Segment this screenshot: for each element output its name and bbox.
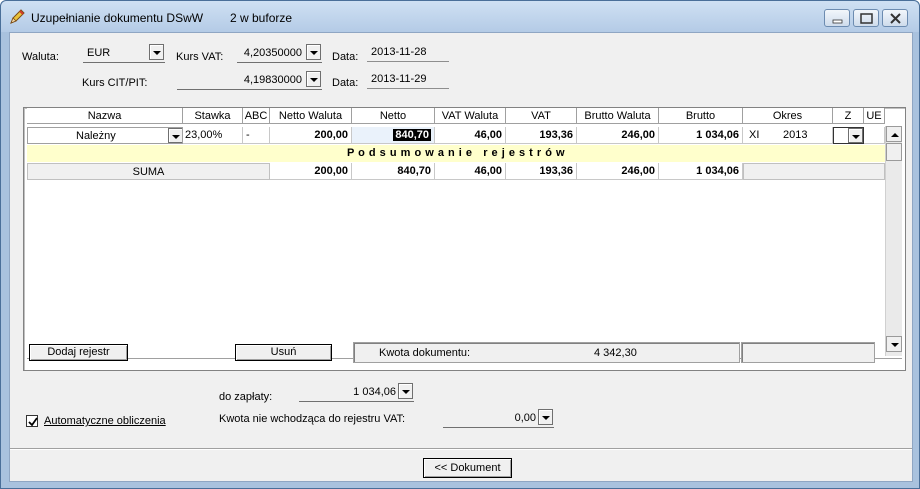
kwota-panel: Kwota dokumentu: 4 342,30 bbox=[353, 342, 740, 363]
ue-cell[interactable] bbox=[864, 127, 885, 144]
data1-label: Data: bbox=[332, 51, 359, 63]
netto-waluta-cell[interactable]: 200,00 bbox=[270, 127, 352, 144]
buffer-info: 2 w buforze bbox=[230, 11, 293, 25]
chevron-down-icon[interactable] bbox=[149, 44, 164, 60]
checkmark-icon bbox=[28, 417, 38, 427]
chevron-down-icon[interactable] bbox=[306, 44, 321, 60]
main-window: Uzupełnianie dokumentu DSwW 2 w buforze … bbox=[0, 0, 920, 489]
maximize-button[interactable] bbox=[853, 9, 879, 27]
sum-netto-waluta: 200,00 bbox=[270, 163, 352, 180]
do-zaplaty-select[interactable]: 1 034,06 bbox=[299, 382, 414, 402]
z-cell[interactable] bbox=[833, 127, 864, 144]
nazwa-value: Należny bbox=[76, 130, 116, 142]
kwota-nie-value: 0,00 bbox=[514, 412, 536, 424]
do-zaplaty-value: 1 034,06 bbox=[353, 386, 396, 398]
delete-button[interactable]: Usuń bbox=[235, 344, 332, 361]
data2-label: Data: bbox=[332, 77, 359, 89]
kwota-value: 4 342,30 bbox=[594, 347, 637, 359]
abc-cell[interactable]: - bbox=[243, 127, 270, 144]
sum-label: SUMA bbox=[27, 163, 270, 180]
chevron-down-icon[interactable] bbox=[398, 383, 413, 399]
close-button[interactable] bbox=[882, 9, 908, 27]
kurs-vat-value: 4,20350000 bbox=[243, 47, 302, 59]
sum-vat: 193,36 bbox=[506, 163, 577, 180]
client-area: Waluta: EUR Kurs VAT: 4,20350000 Data: 2… bbox=[9, 32, 913, 482]
sum-vat-waluta: 46,00 bbox=[435, 163, 506, 180]
chevron-down-icon[interactable] bbox=[306, 71, 321, 87]
waluta-label: Waluta: bbox=[22, 51, 59, 63]
dokument-button[interactable]: << Dokument bbox=[423, 458, 512, 478]
brutto-waluta-cell[interactable]: 246,00 bbox=[577, 127, 659, 144]
brutto-cell[interactable]: 1 034,06 bbox=[659, 127, 743, 144]
col-brutto-waluta[interactable]: Brutto Waluta bbox=[577, 108, 659, 124]
waluta-value: EUR bbox=[87, 47, 111, 59]
stawka-cell[interactable]: 23,00% bbox=[183, 127, 243, 144]
col-abc[interactable]: ABC bbox=[243, 108, 270, 124]
col-netto[interactable]: Netto bbox=[352, 108, 435, 124]
add-register-button[interactable]: Dodaj rejestr bbox=[29, 344, 128, 361]
arrow-down-icon bbox=[891, 343, 899, 347]
netto-cell[interactable]: 840,70 bbox=[352, 127, 435, 144]
kwota-label: Kwota dokumentu: bbox=[379, 347, 471, 359]
data1-field[interactable]: 2013-11-28 bbox=[367, 43, 449, 62]
col-ue[interactable]: UE bbox=[864, 108, 885, 124]
sum-netto: 840,70 bbox=[352, 163, 435, 180]
okres-cell[interactable]: XI 2013 bbox=[743, 127, 833, 144]
sum-brutto: 1 034,06 bbox=[659, 163, 743, 180]
window-title: Uzupełnianie dokumentu DSwW bbox=[31, 11, 204, 25]
kurs-vat-label: Kurs VAT: bbox=[176, 51, 224, 63]
kwota-nie-select[interactable]: 0,00 bbox=[443, 408, 554, 428]
vertical-scrollbar[interactable] bbox=[885, 126, 902, 356]
col-nazwa[interactable]: Nazwa bbox=[27, 108, 183, 124]
register-grid: Nazwa Stawka ABC Netto Waluta Netto VAT … bbox=[23, 107, 906, 371]
title-bar[interactable]: Uzupełnianie dokumentu DSwW 2 w buforze bbox=[1, 1, 919, 32]
col-netto-waluta[interactable]: Netto Waluta bbox=[270, 108, 352, 124]
do-zaplaty-label: do zapłaty: bbox=[219, 391, 273, 403]
kurs-cit-label: Kurs CIT/PIT: bbox=[82, 77, 148, 89]
vat-cell[interactable]: 193,36 bbox=[506, 127, 577, 144]
pencil-app-icon bbox=[10, 9, 25, 24]
scroll-thumb[interactable] bbox=[886, 143, 902, 161]
status-panel bbox=[741, 342, 875, 363]
col-brutto[interactable]: Brutto bbox=[659, 108, 743, 124]
maximize-icon bbox=[860, 13, 873, 24]
col-okres[interactable]: Okres bbox=[743, 108, 833, 124]
kwota-nie-label: Kwota nie wchodząca do rejestru VAT: bbox=[219, 413, 406, 425]
minimize-button[interactable] bbox=[824, 9, 850, 27]
netto-selected-value: 840,70 bbox=[393, 129, 431, 141]
auto-calc-label[interactable]: Automatyczne obliczenia bbox=[44, 415, 166, 427]
sum-brutto-waluta: 246,00 bbox=[577, 163, 659, 180]
col-z[interactable]: Z bbox=[833, 108, 864, 124]
scroll-up-button[interactable] bbox=[886, 126, 902, 142]
sum-empty bbox=[743, 163, 885, 180]
chevron-down-icon[interactable] bbox=[848, 128, 863, 143]
col-vat-waluta[interactable]: VAT Waluta bbox=[435, 108, 506, 124]
minimize-icon bbox=[832, 19, 843, 24]
bottom-separator bbox=[10, 448, 912, 450]
kurs-cit-select[interactable]: 4,19830000 bbox=[177, 70, 322, 90]
vat-waluta-cell[interactable]: 46,00 bbox=[435, 127, 506, 144]
col-stawka[interactable]: Stawka bbox=[183, 108, 243, 124]
arrow-up-icon bbox=[891, 133, 899, 137]
waluta-select[interactable]: EUR bbox=[83, 43, 165, 63]
okres-year: 2013 bbox=[783, 129, 808, 141]
scroll-down-button[interactable] bbox=[886, 336, 902, 352]
nazwa-cell[interactable]: Należny bbox=[27, 127, 183, 144]
kurs-vat-select[interactable]: 4,20350000 bbox=[237, 43, 322, 63]
chevron-down-icon[interactable] bbox=[538, 409, 553, 425]
close-icon bbox=[890, 13, 901, 24]
summary-band: P o d s u m o w a n i e r e j e s t r ó … bbox=[27, 145, 885, 162]
okres-month: XI bbox=[749, 129, 760, 141]
data2-field[interactable]: 2013-11-29 bbox=[367, 70, 449, 89]
col-vat[interactable]: VAT bbox=[506, 108, 577, 124]
auto-calc-checkbox[interactable] bbox=[26, 415, 38, 427]
kurs-cit-value: 4,19830000 bbox=[243, 74, 302, 86]
chevron-down-icon[interactable] bbox=[168, 128, 182, 143]
